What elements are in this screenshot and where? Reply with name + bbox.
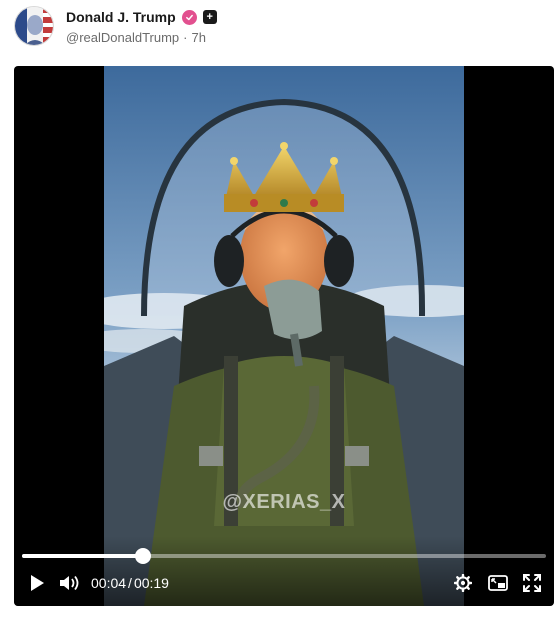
avatar[interactable] [14,6,54,46]
post-time[interactable]: 7h [192,30,206,45]
gear-icon [454,574,472,592]
video-frame: @XERIAS_X [104,66,464,606]
display-name[interactable]: Donald J. Trump [66,9,176,25]
video-still [104,66,464,606]
volume-button[interactable] [58,572,82,594]
user-handle[interactable]: @realDonaldTrump [66,30,179,45]
progress-handle[interactable] [134,548,151,564]
plus-badge: + [202,10,217,24]
volume-icon [60,575,79,591]
picture-in-picture-icon [488,575,508,591]
controls-overlay [14,536,554,606]
fullscreen-button[interactable] [520,572,544,594]
progress-bar[interactable] [22,548,546,564]
duration: 00:19 [133,575,169,591]
time-separator: / [128,575,132,591]
settings-button[interactable] [452,572,474,594]
time-readout: 00:04 / 00:19 [91,575,169,591]
video-watermark: @XERIAS_X [222,491,346,513]
video-player[interactable]: @XERIAS_X 00:04 / 00:19 [14,66,554,606]
separator-dot: · [183,30,188,45]
fullscreen-icon [523,574,541,592]
progress-fill [22,554,143,558]
verified-badge-icon [181,9,197,25]
post-header: Donald J. Trump + @realDonaldTrump · 7h [14,6,544,50]
current-time: 00:04 [91,575,127,591]
play-button[interactable] [26,572,48,594]
pip-button[interactable] [486,572,510,594]
play-icon [31,575,44,591]
